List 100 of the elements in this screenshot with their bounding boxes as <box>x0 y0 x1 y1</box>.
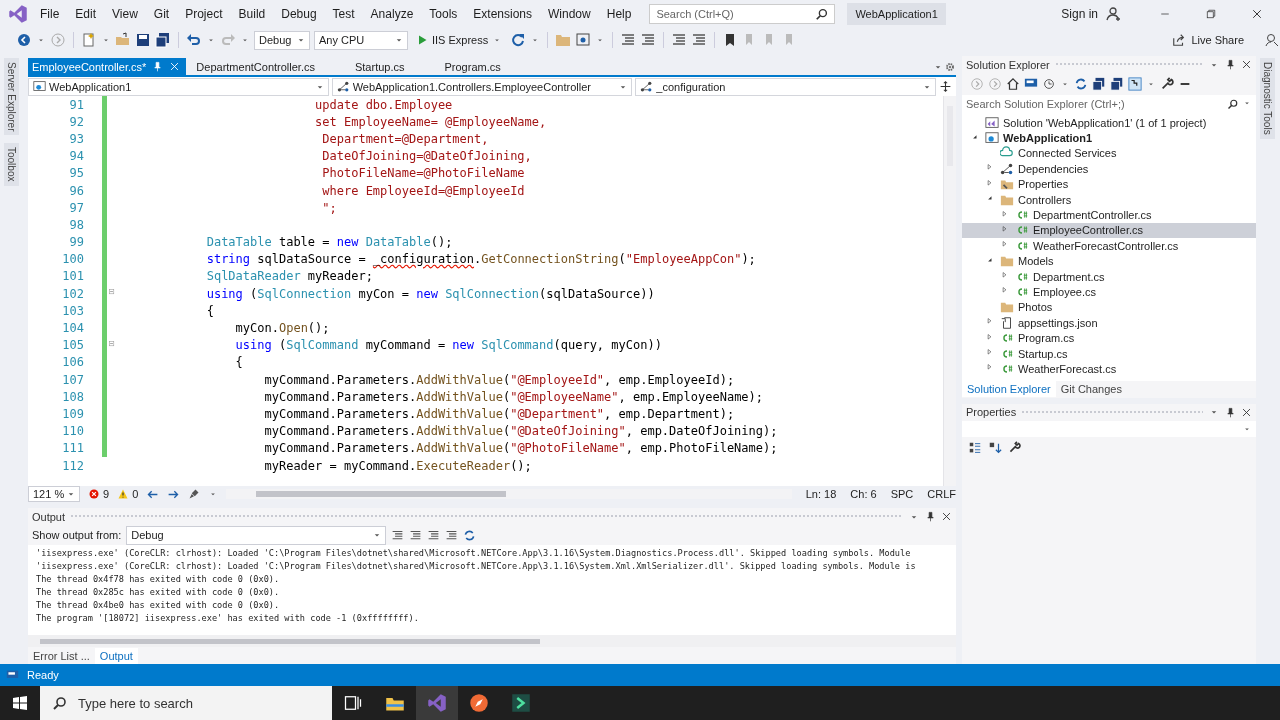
line-number: 97 <box>68 200 84 215</box>
code-line: myCommand.Parameters.AddWithValue("@DateOfJoining", emp.DateOfJoining); <box>263 424 778 439</box>
search-field[interactable]: Search Solution Explorer (Ctrl+;) <box>962 95 1256 113</box>
close-icon[interactable] <box>941 511 952 522</box>
pin-icon[interactable] <box>1225 406 1236 418</box>
menu-item[interactable]: Edit <box>67 4 105 24</box>
taskbar-search-field[interactable]: Type here to search <box>40 686 332 720</box>
menu-item[interactable]: Help <box>598 4 640 24</box>
project-dropdown[interactable]: WebApplication1 <box>28 77 329 96</box>
sync-icon[interactable] <box>1074 77 1088 91</box>
live-share-button[interactable]: Live Share <box>1168 31 1248 49</box>
document-tab[interactable]: EmployeeController.cs* <box>28 58 187 75</box>
code-line: using (SqlCommand myCommand = new SqlCommand(query, myCon)) <box>234 338 662 353</box>
tree-item[interactable]: Startup.cs <box>962 345 1256 362</box>
build-mode-dropdown[interactable]: Debug <box>254 30 310 50</box>
line-number: 98 <box>68 217 84 232</box>
document-tab[interactable]: Startup.cs <box>344 58 435 75</box>
forward-icon[interactable] <box>50 32 66 48</box>
panel-tab[interactable]: Output <box>94 647 138 664</box>
menu-item[interactable]: Window <box>540 4 599 24</box>
vertical-scrollbar[interactable] <box>943 96 956 486</box>
menu-item[interactable]: Analyze <box>362 4 422 24</box>
menu-item[interactable]: Test <box>324 4 363 24</box>
line-number: 103 <box>61 303 84 318</box>
undo-icon[interactable] <box>186 32 202 48</box>
tree-item[interactable]: WeatherForecastController.cs <box>962 238 1256 254</box>
close-icon[interactable] <box>169 61 181 72</box>
tree-item[interactable]: Employee.cs <box>962 284 1256 300</box>
panel-tab[interactable]: Git Changes <box>1055 381 1127 398</box>
tree-item[interactable]: Solution 'WebApplication1' (1 of 1 project) <box>962 115 1256 131</box>
pin-icon[interactable] <box>925 511 936 522</box>
tree-item[interactable]: WeatherForecast.cs <box>962 361 1256 377</box>
search-icon[interactable] <box>815 7 830 21</box>
feedback-icon[interactable] <box>1264 32 1280 48</box>
menu-item[interactable]: Debug <box>273 4 325 24</box>
cleanup-icon[interactable] <box>188 488 201 500</box>
close-icon[interactable] <box>1241 59 1252 70</box>
line-number: 108 <box>61 389 84 404</box>
back-icon[interactable] <box>16 32 32 48</box>
tree-item[interactable]: Connected Services <box>962 145 1256 162</box>
panel-tab[interactable]: Solution Explorer <box>962 381 1056 398</box>
output-line: The thread 0x4be0 has exited with code 0 (0x0). <box>36 599 281 612</box>
menu-item[interactable]: View <box>104 4 146 24</box>
pin-icon[interactable] <box>1225 59 1236 70</box>
alphabetical-icon[interactable] <box>988 440 1002 455</box>
browser-icon[interactable] <box>575 32 592 48</box>
side-tab[interactable]: Server Explorer <box>3 58 19 136</box>
type-dropdown[interactable]: WebApplication1.Controllers.EmployeeController <box>331 77 633 96</box>
side-tab[interactable]: Diagnostic Tools <box>1259 58 1275 139</box>
split-icon[interactable] <box>939 80 952 93</box>
search-field[interactable]: Search (Ctrl+Q) <box>649 4 836 24</box>
menu-item[interactable]: Tools <box>421 4 466 24</box>
save-icon[interactable] <box>135 32 151 48</box>
tree-item[interactable]: EmployeeController.cs <box>962 222 1256 239</box>
side-tab[interactable]: Toolbox <box>3 143 19 186</box>
account-icon[interactable] <box>1106 6 1122 22</box>
tree-item[interactable]: appsettings.json <box>962 315 1256 331</box>
menu-item[interactable]: Git <box>145 4 178 24</box>
categorized-icon[interactable] <box>968 440 982 455</box>
code-line: "; <box>321 200 337 215</box>
platform-dropdown[interactable]: Any CPU <box>314 30 408 50</box>
refresh-icon[interactable] <box>510 32 527 48</box>
tree-item[interactable]: Photos <box>962 299 1256 316</box>
close-icon[interactable] <box>1241 406 1252 418</box>
tree-item[interactable]: Dependencies <box>962 161 1256 177</box>
line-number: 100 <box>61 252 84 267</box>
panel-title: Solution Explorer <box>966 58 1050 71</box>
property-pages-icon[interactable] <box>1008 441 1021 455</box>
tree-item[interactable]: Department.cs <box>962 268 1256 285</box>
member-dropdown[interactable]: _configuration <box>635 77 936 96</box>
tree-item[interactable]: Models <box>962 253 1256 269</box>
run-button[interactable]: IIS Express <box>412 34 507 46</box>
horizontal-scrollbar[interactable] <box>226 489 792 499</box>
line-number: 110 <box>61 424 84 439</box>
menu-item[interactable]: Build <box>230 4 274 24</box>
history-icon[interactable] <box>1042 77 1056 91</box>
search-icon[interactable] <box>1227 98 1239 110</box>
folder-icon <box>1000 254 1014 269</box>
menu-item[interactable]: Project <box>177 4 231 24</box>
output-source-dropdown[interactable]: Debug <box>126 525 387 545</box>
document-tab[interactable]: Program.cs <box>434 58 531 75</box>
code-line: using (SqlConnection myCon = new SqlConnection(sqlDataSource)) <box>205 286 655 301</box>
output-line: The thread 0x285c has exited with code 0 (0x0). <box>36 586 281 599</box>
save-all-icon[interactable] <box>155 32 171 48</box>
tree-item[interactable]: Program.cs <box>962 330 1256 346</box>
sign-in-link[interactable]: Sign in <box>1061 7 1098 21</box>
sync-tree-icon[interactable] <box>1128 77 1142 91</box>
menu-item[interactable]: File <box>32 4 68 24</box>
menu-item[interactable]: Extensions <box>465 4 541 24</box>
home-icon[interactable] <box>1006 77 1020 91</box>
document-tab[interactable]: DepartmentController.cs <box>186 58 345 75</box>
panel-tab[interactable]: Error List ... <box>28 647 95 664</box>
properties-icon[interactable] <box>1160 77 1174 91</box>
settings-icon[interactable] <box>944 60 956 73</box>
tree-item[interactable]: Properties <box>962 176 1256 192</box>
tree-item[interactable]: Controllers <box>962 191 1256 208</box>
tree-item[interactable]: DepartmentController.cs <box>962 207 1256 223</box>
tree-item[interactable]: WebApplication1 <box>962 130 1256 146</box>
zoom-dropdown[interactable]: 121 % <box>28 486 80 502</box>
new-item-icon[interactable] <box>81 32 97 48</box>
